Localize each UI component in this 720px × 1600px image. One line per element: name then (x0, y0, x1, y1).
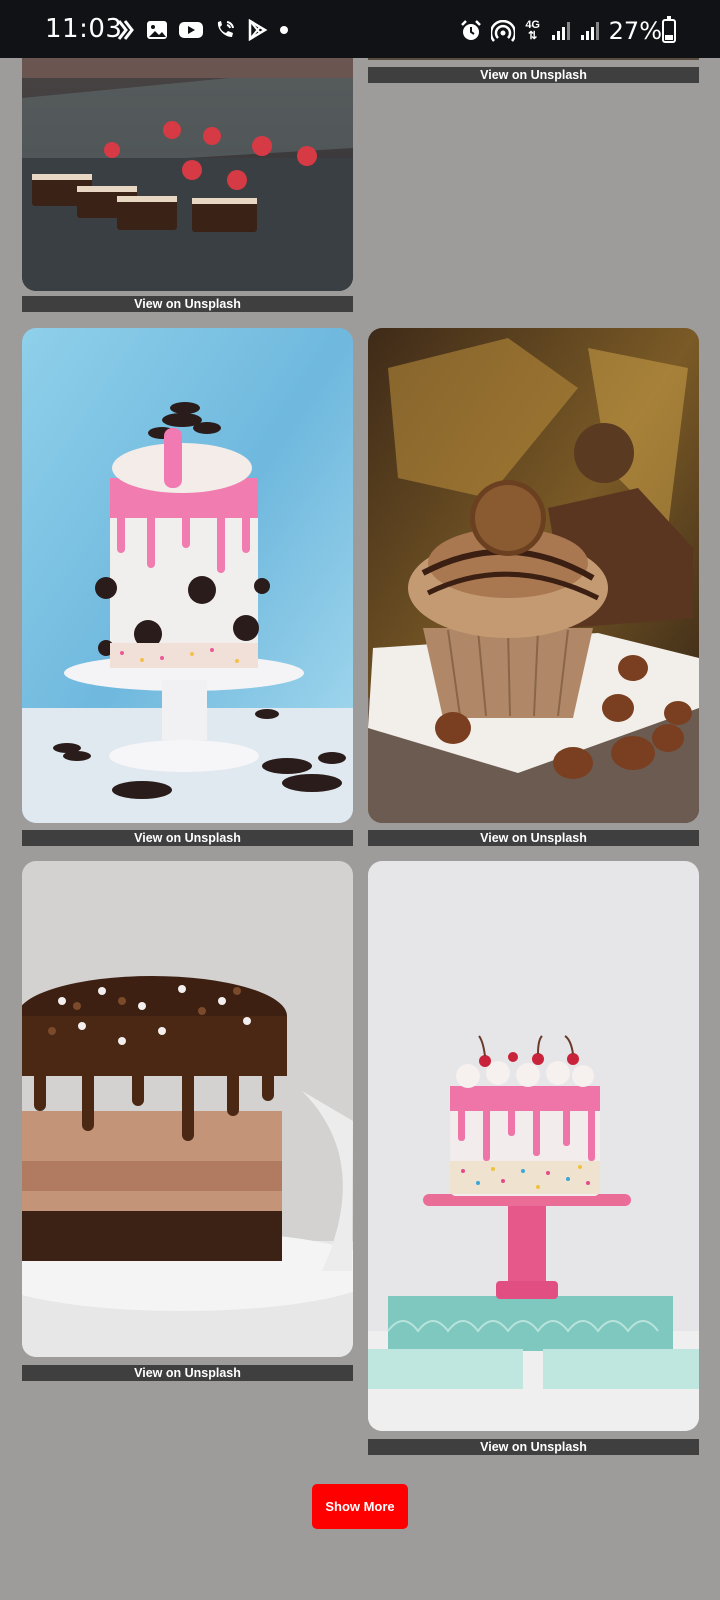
youtube-icon (179, 22, 203, 38)
gallery-icon (147, 21, 167, 39)
gallery-photo[interactable] (22, 58, 353, 291)
hotspot-icon (490, 20, 515, 42)
network-type-label: 4G (525, 19, 540, 31)
view-on-unsplash-link[interactable]: View on Unsplash (22, 830, 353, 846)
status-bar: 11:03 4G ⇅ 27% (0, 0, 720, 58)
gallery-photo[interactable] (22, 861, 353, 1357)
view-on-unsplash-link[interactable]: View on Unsplash (368, 67, 699, 83)
view-on-unsplash-link[interactable]: View on Unsplash (368, 830, 699, 846)
4g-icon: 4G ⇅ (525, 19, 540, 42)
signal-icon-2 (580, 22, 599, 40)
dot-icon (280, 26, 288, 34)
signal-icon (551, 22, 570, 40)
gallery-photo[interactable] (368, 58, 699, 60)
view-on-unsplash-link[interactable]: View on Unsplash (22, 296, 353, 312)
gallery-photo[interactable] (368, 861, 699, 1431)
notification-icons (116, 19, 290, 41)
alarm-icon (460, 20, 481, 40)
battery-icon (662, 16, 676, 43)
status-time: 11:03 (45, 14, 123, 44)
show-more-button[interactable]: Show More (312, 1484, 408, 1529)
view-on-unsplash-link[interactable]: View on Unsplash (368, 1439, 699, 1455)
view-on-unsplash-link[interactable]: View on Unsplash (22, 1365, 353, 1381)
bixby-icon (117, 20, 134, 40)
system-icons: 4G ⇅ 27% (460, 17, 662, 45)
battery-percent: 27% (608, 17, 662, 45)
gallery-photo[interactable] (368, 328, 699, 823)
play-store-icon (248, 19, 268, 41)
gallery-photo[interactable] (22, 328, 353, 823)
wifi-call-icon (217, 21, 234, 37)
